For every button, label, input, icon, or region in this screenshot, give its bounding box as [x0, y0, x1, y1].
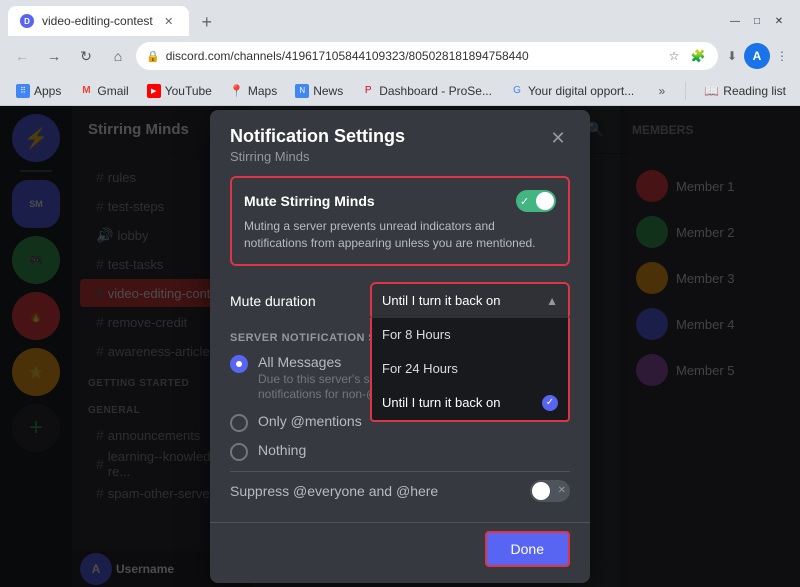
option-selected-check-icon: ✓: [542, 395, 558, 411]
radio-nothing-label: Nothing: [258, 442, 306, 458]
radio-nothing-circle: [230, 443, 248, 461]
close-button[interactable]: ✕: [770, 12, 788, 30]
address-text: discord.com/channels/419617105844109323/…: [166, 49, 658, 63]
google-icon: G: [510, 84, 524, 98]
mute-duration-label: Mute duration: [230, 293, 316, 309]
dropdown-option-8hours[interactable]: For 8 Hours: [372, 318, 568, 352]
new-tab-button[interactable]: +: [193, 8, 221, 36]
address-icons: ☆ 🧩: [664, 46, 708, 66]
modal-body: Mute Stirring Minds ✓ Muting a server pr…: [210, 168, 590, 518]
modal-subtitle: Stirring Minds: [230, 149, 405, 164]
toggle-off-knob: [532, 482, 550, 500]
mute-description: Muting a server prevents unread indicato…: [244, 218, 556, 252]
modal-title: Notification Settings: [230, 126, 405, 147]
bookmark-dashboard-label: Dashboard - ProSe...: [379, 84, 492, 98]
radio-only-mentions-circle: [230, 414, 248, 432]
mute-toggle[interactable]: ✓: [516, 190, 556, 212]
maximize-button[interactable]: □: [748, 12, 766, 30]
mute-duration-dropdown[interactable]: Until I turn it back on ▲ For 8 Hours Fo…: [370, 282, 570, 320]
tab-close-button[interactable]: ✕: [161, 13, 177, 29]
radio-all-messages-circle: [230, 355, 248, 373]
toggle-x-icon: ✕: [558, 485, 566, 496]
bookmark-youtube-label: YouTube: [165, 84, 212, 98]
option-24hours-label: For 24 Hours: [382, 361, 458, 376]
modal-title-block: Notification Settings Stirring Minds: [230, 126, 405, 164]
chevron-up-icon: ▲: [546, 294, 558, 308]
tab-favicon: D: [20, 14, 34, 28]
maps-icon: 📍: [230, 84, 244, 98]
mute-toggle-row: Mute Stirring Minds ✓: [244, 190, 556, 212]
pinterest-icon: P: [361, 84, 375, 98]
window-controls: — □ ✕: [726, 12, 792, 36]
modal-overlay: Notification Settings Stirring Minds ✕ M…: [0, 106, 800, 587]
bookmark-apps-label: Apps: [34, 84, 61, 98]
address-bar[interactable]: 🔒 discord.com/channels/41961710584410932…: [136, 42, 718, 70]
bookmarks-more-button[interactable]: »: [650, 80, 673, 102]
suppress-label: Suppress @everyone and @here: [230, 483, 438, 499]
dropdown-option-24hours[interactable]: For 24 Hours: [372, 352, 568, 386]
bookmark-youtube[interactable]: ▶ YouTube: [139, 80, 220, 102]
reading-list-label: Reading list: [723, 84, 786, 98]
done-button[interactable]: Done: [485, 531, 570, 567]
radio-nothing[interactable]: Nothing: [230, 442, 570, 461]
lock-icon: 🔒: [146, 50, 160, 63]
dropdown-option-forever[interactable]: Until I turn it back on ✓: [372, 386, 568, 420]
bookmark-star-icon[interactable]: ☆: [664, 46, 684, 66]
bookmark-news-label: News: [313, 84, 343, 98]
dropdown-selected-value[interactable]: Until I turn it back on ▲: [372, 284, 568, 318]
tab-bar: D video-editing-contest ✕ + — □ ✕: [0, 0, 800, 36]
modal-footer: Done: [210, 522, 590, 583]
modal-close-button[interactable]: ✕: [546, 126, 570, 150]
browser-frame: D video-editing-contest ✕ + — □ ✕ ← → ↻ …: [0, 0, 800, 587]
gmail-icon: M: [79, 84, 93, 98]
toggle-check-icon: ✓: [520, 195, 529, 208]
toolbar: ← → ↻ ⌂ 🔒 discord.com/channels/419617105…: [0, 36, 800, 76]
notification-settings-modal: Notification Settings Stirring Minds ✕ M…: [210, 110, 590, 583]
apps-icon: ⠿: [16, 84, 30, 98]
radio-nothing-text: Nothing: [258, 442, 306, 458]
mute-section: Mute Stirring Minds ✓ Muting a server pr…: [230, 176, 570, 266]
mute-duration-dropdown-wrapper: Until I turn it back on ▲ For 8 Hours Fo…: [370, 282, 570, 320]
tab-title: video-editing-contest: [42, 14, 153, 28]
suppress-row: Suppress @everyone and @here ✕: [230, 471, 570, 502]
menu-icon[interactable]: ⋮: [772, 46, 792, 66]
content-area: ⚡ SM 🎮 🔥 ⭐ + Stirring Minds # rules: [0, 106, 800, 587]
toggle-knob: [536, 192, 554, 210]
radio-only-mentions-text: Only @mentions: [258, 413, 362, 429]
minimize-button[interactable]: —: [726, 12, 744, 30]
download-icon[interactable]: ⬇: [722, 46, 742, 66]
back-button[interactable]: ←: [8, 42, 36, 70]
active-tab[interactable]: D video-editing-contest ✕: [8, 6, 189, 36]
bookmark-google[interactable]: G Your digital opport...: [502, 80, 642, 102]
bookmark-dashboard[interactable]: P Dashboard - ProSe...: [353, 80, 500, 102]
dropdown-menu: For 8 Hours For 24 Hours Until I turn it…: [370, 318, 570, 422]
home-button[interactable]: ⌂: [104, 42, 132, 70]
radio-only-mentions-label: Only @mentions: [258, 413, 362, 429]
reading-list-icon: 📖: [704, 84, 719, 98]
bookmark-maps[interactable]: 📍 Maps: [222, 80, 285, 102]
bookmark-apps[interactable]: ⠿ Apps: [8, 80, 69, 102]
mute-label: Mute Stirring Minds: [244, 193, 375, 209]
forward-button[interactable]: →: [40, 42, 68, 70]
bookmark-gmail-label: Gmail: [97, 84, 128, 98]
bookmark-google-label: Your digital opport...: [528, 84, 634, 98]
reading-list-button[interactable]: 📖 Reading list: [698, 80, 792, 102]
bookmark-gmail[interactable]: M Gmail: [71, 80, 136, 102]
option-forever-label: Until I turn it back on: [382, 395, 501, 410]
puzzle-icon[interactable]: 🧩: [688, 46, 708, 66]
modal-header: Notification Settings Stirring Minds ✕: [210, 110, 590, 168]
news-icon: N: [295, 84, 309, 98]
bookmark-maps-label: Maps: [248, 84, 277, 98]
toolbar-right: ⬇ A ⋮: [722, 43, 792, 69]
profile-button[interactable]: A: [744, 43, 770, 69]
suppress-toggle[interactable]: ✕: [530, 480, 570, 502]
bookmark-news[interactable]: N News: [287, 80, 351, 102]
reload-button[interactable]: ↻: [72, 42, 100, 70]
option-8hours-label: For 8 Hours: [382, 327, 451, 342]
youtube-icon: ▶: [147, 84, 161, 98]
bookmarks-bar: ⠿ Apps M Gmail ▶ YouTube 📍 Maps N News P…: [0, 76, 800, 106]
mute-duration-row: Mute duration Until I turn it back on ▲ …: [230, 282, 570, 320]
dropdown-selected-text: Until I turn it back on: [382, 293, 501, 308]
